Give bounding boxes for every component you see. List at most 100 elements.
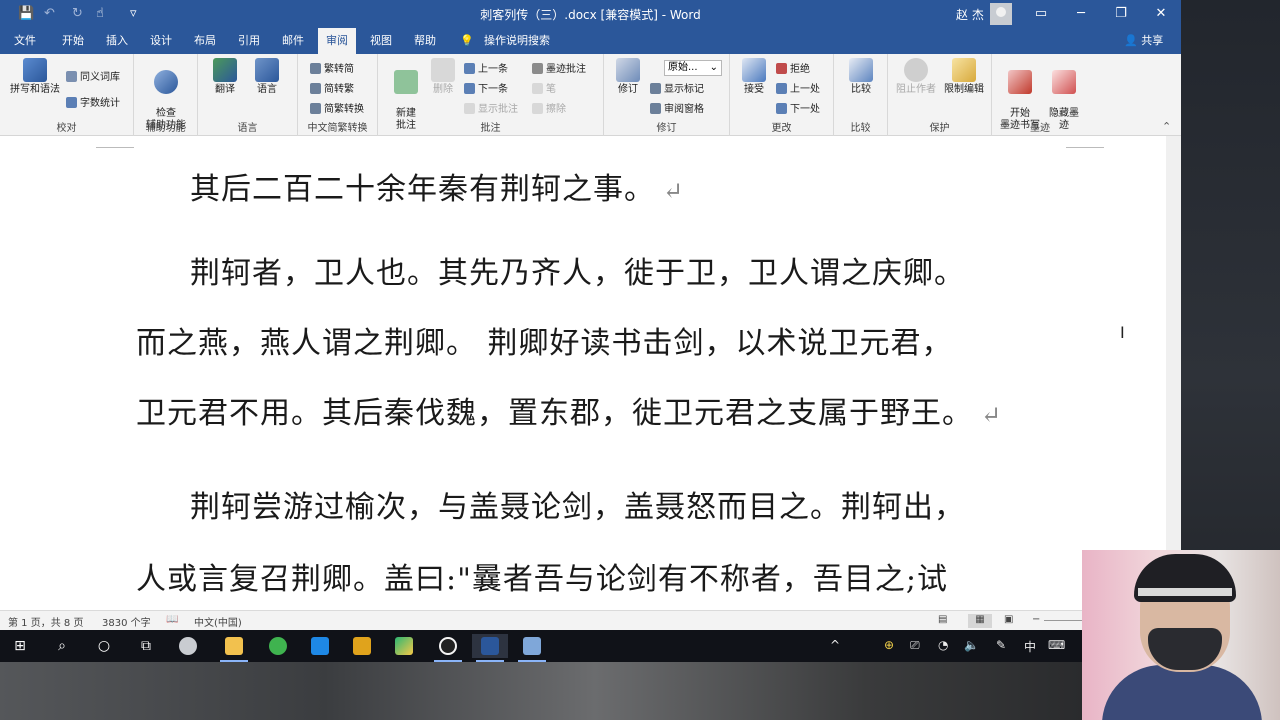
ink-comment-button[interactable]: 墨迹批注	[532, 60, 586, 75]
app-icon[interactable]	[170, 634, 206, 658]
document-page[interactable]: 其后二百二十余年秦有荆轲之事。 ↵ 荆轲者，卫人也。其先乃齐人，徙于卫，卫人谓之庆…	[0, 136, 1166, 594]
ime-indicator[interactable]: 中	[1024, 638, 1036, 655]
page-count[interactable]: 第 1 页，共 8 页	[8, 614, 83, 629]
crop-mark-left	[96, 140, 134, 148]
show-markup-button[interactable]: 显示标记	[650, 80, 704, 95]
tab-home[interactable]: 开始	[62, 28, 84, 54]
status-bar: 第 1 页，共 8 页 3830 个字 📖 中文(中国) ▤ ▦ ▣ −	[0, 610, 1181, 630]
paragraph-mark: ↵	[663, 177, 685, 205]
restrict-editing-button[interactable]: 限制编辑	[940, 58, 988, 96]
reviewing-pane-label: 审阅窗格	[664, 104, 704, 115]
remote-app-icon[interactable]	[514, 634, 550, 662]
title-bar: 💾 ↶ ↻ ☝ ▿ 刺客列传（三）.docx [兼容模式] - Word 赵 杰…	[0, 0, 1181, 28]
avatar[interactable]	[990, 3, 1012, 25]
track-changes-label: 修订	[618, 84, 638, 95]
network-icon[interactable]: ◔	[938, 638, 948, 652]
reviewing-pane-button[interactable]: 审阅窗格	[650, 100, 704, 115]
app-s-icon[interactable]	[302, 634, 338, 658]
person-icon: 👤	[1124, 34, 1138, 47]
thesaurus-button[interactable]: 同义词库	[66, 68, 120, 83]
language-button[interactable]: 语言	[246, 58, 288, 96]
erase-button[interactable]: 擦除	[532, 100, 566, 115]
share-button[interactable]: 👤 共享	[1124, 28, 1163, 54]
translate-button[interactable]: 翻译	[204, 58, 246, 96]
compare-icon	[849, 58, 873, 82]
user-name[interactable]: 赵 杰	[956, 6, 984, 23]
app-g-icon[interactable]	[344, 634, 380, 658]
read-mode-icon[interactable]: ▤	[938, 614, 947, 625]
close-button[interactable]: ✕	[1138, 0, 1184, 28]
block-authors-button[interactable]: 阻止作者	[892, 58, 940, 96]
vertical-scrollbar[interactable]	[1166, 136, 1181, 594]
media-player-icon[interactable]	[386, 634, 422, 658]
collapse-ribbon-icon[interactable]: ⌃	[1162, 120, 1171, 133]
language-icon	[255, 58, 279, 82]
thesaurus-label: 同义词库	[80, 72, 120, 83]
ink-comment-label: 墨迹批注	[546, 64, 586, 75]
group-compare: 比较 比较	[834, 54, 888, 136]
word-count-status[interactable]: 3830 个字	[102, 614, 151, 629]
search-icon[interactable]: ⌕	[44, 634, 80, 658]
simp-to-trad-button[interactable]: 简转繁	[310, 80, 354, 95]
tab-design[interactable]: 设计	[150, 28, 172, 54]
next-change-button[interactable]: 下一处	[776, 100, 820, 115]
task-view-icon[interactable]: ⧉	[128, 634, 164, 658]
chinese-convert-button[interactable]: 简繁转换	[310, 100, 364, 115]
keyboard-icon[interactable]: ⌨	[1048, 638, 1065, 652]
trad-to-simp-label: 繁转简	[324, 64, 354, 75]
word-count-button[interactable]: 字数统计	[66, 94, 120, 109]
zoom-out-icon[interactable]: −	[1032, 614, 1040, 625]
qq-icon[interactable]	[430, 634, 466, 662]
show-comments-button[interactable]: 显示批注	[464, 100, 518, 115]
previous-comment-button[interactable]: 上一条	[464, 60, 508, 75]
tab-file[interactable]: 文件	[14, 28, 36, 54]
tab-insert[interactable]: 插入	[106, 28, 128, 54]
delete-comment-label: 删除	[433, 84, 453, 95]
volume-icon[interactable]: 🔈	[964, 638, 979, 652]
print-layout-icon[interactable]: ▦	[968, 614, 992, 628]
delete-comment-button[interactable]: 删除	[426, 58, 460, 96]
language-status[interactable]: 中文(中国)	[194, 614, 242, 629]
spelling-grammar-button[interactable]: 拼写和语法	[6, 58, 64, 96]
previous-comment-icon	[464, 63, 475, 74]
word-taskbar-icon[interactable]	[472, 634, 508, 662]
windows-start-icon[interactable]: ⊞	[2, 634, 38, 658]
previous-change-button[interactable]: 上一处	[776, 80, 820, 95]
tab-view[interactable]: 视图	[370, 28, 392, 54]
pen-workspace-icon[interactable]: ✎	[996, 638, 1006, 652]
web-layout-icon[interactable]: ▣	[1004, 614, 1013, 625]
tab-review[interactable]: 审阅	[318, 28, 356, 54]
tell-me-search[interactable]: 操作说明搜索	[484, 28, 550, 54]
trad-to-simp-button[interactable]: 繁转简	[310, 60, 354, 75]
tab-layout[interactable]: 布局	[194, 28, 216, 54]
next-comment-label: 下一条	[478, 84, 508, 95]
reject-icon	[776, 63, 787, 74]
line-text: 荆轲者，卫人也。其先乃齐人，徙于卫，卫人谓之庆卿。	[190, 256, 965, 291]
group-proofing: 拼写和语法 同义词库 字数统计 校对	[0, 54, 134, 136]
track-changes-icon	[616, 58, 640, 82]
track-changes-button[interactable]: 修订	[610, 58, 646, 96]
hide-ink-icon	[1052, 70, 1076, 94]
tab-mailings[interactable]: 邮件	[282, 28, 304, 54]
tab-references[interactable]: 引用	[238, 28, 260, 54]
tray-overflow-icon[interactable]: ^	[830, 638, 840, 652]
translate-label: 翻译	[215, 84, 235, 95]
tray-device-icon[interactable]: ⎚	[910, 638, 920, 653]
reject-button[interactable]: 拒绝	[776, 60, 810, 75]
compare-button[interactable]: 比较	[842, 58, 880, 96]
browser-icon[interactable]	[260, 634, 296, 658]
pen-button[interactable]: 笔	[532, 80, 556, 95]
previous-comment-label: 上一条	[478, 64, 508, 75]
next-change-icon	[776, 103, 787, 114]
markup-view-select[interactable]: 原始... ⌄	[664, 60, 722, 76]
new-comment-icon	[394, 70, 418, 94]
document-line: 其后二百二十余年秦有荆轲之事。 ↵	[190, 164, 684, 208]
accept-button[interactable]: 接受	[736, 58, 772, 96]
tab-help[interactable]: 帮助	[414, 28, 436, 54]
document-line: 人或言复召荆卿。盖曰:"曩者吾与论剑有不称者，吾目之;试	[136, 554, 948, 594]
next-comment-button[interactable]: 下一条	[464, 80, 508, 95]
proofing-status-icon[interactable]: 📖	[166, 614, 178, 625]
file-explorer-icon[interactable]	[216, 634, 252, 662]
cortana-icon[interactable]: ○	[86, 634, 122, 658]
tray-app-icon[interactable]: ⊕	[884, 638, 894, 652]
